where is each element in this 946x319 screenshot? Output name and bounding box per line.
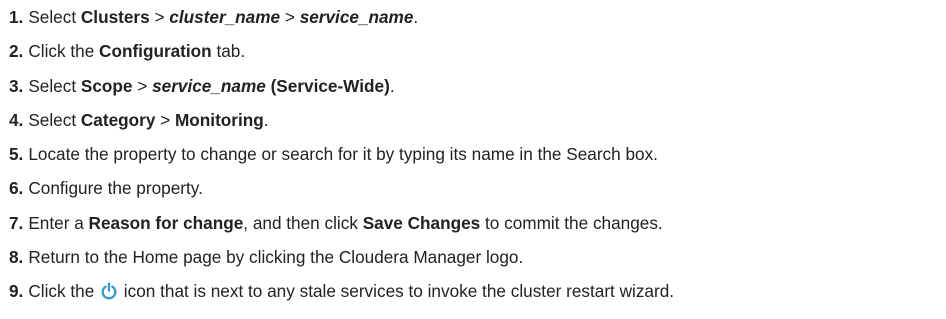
step-number: 7. [9,212,24,233]
step-6: 6. Configure the property. [9,178,946,212]
step-text: Configure the property. [28,178,203,199]
emphasis-text: service_name [152,75,266,96]
step-text: Select [28,75,81,96]
emphasis-text: Monitoring [174,109,264,130]
step-text: Select [28,109,81,130]
emphasis-text: Reason for change [88,212,244,233]
step-8: 8. Return to the Home page by clicking th… [9,247,946,281]
step-text: . [413,7,419,27]
step-text: Enter a [28,212,89,233]
instruction-steps: 1. Select Clusters > cluster_name > servi… [0,0,946,316]
step-text: Select [28,7,81,27]
step-text: Return to the Home page by clicking the … [28,247,524,268]
step-text: tab. [211,41,246,62]
step-text: Click the [28,41,100,62]
step-text: to commit the changes. [480,212,663,233]
step-text: . [389,75,395,96]
step-number: 6. [9,178,24,199]
restart-icon [100,282,118,300]
step-text: . [263,109,269,130]
step-5: 5. Locate the property to change or searc… [9,144,946,178]
step-number: 1. [9,7,24,27]
step-text: Locate the property to change or search … [28,144,658,165]
step-1: 1. Select Clusters > cluster_name > servi… [9,7,946,41]
step-number: 3. [9,75,24,96]
step-number: 9. [9,281,24,302]
emphasis-text: cluster_name [169,7,281,27]
step-text: > [132,75,153,96]
emphasis-text: Configuration [99,41,212,62]
emphasis-text: Save Changes [362,212,481,233]
emphasis-text: Scope [80,75,133,96]
emphasis-text: service_name [299,7,414,27]
step-text: Click the [28,281,100,302]
step-text: > [155,109,175,130]
step-9: 9. Click the icon that is next to any sta… [9,281,946,315]
step-text: , and then click [243,212,363,233]
step-text: > [149,7,170,27]
step-4: 4. Select Category > Monitoring. [9,110,946,144]
step-text: > [280,7,300,27]
step-7: 7. Enter a Reason for change, and then cl… [9,213,946,247]
emphasis-text: (Service-Wide) [265,75,390,96]
emphasis-text: Category [80,109,156,130]
step-number: 5. [9,144,24,165]
step-3: 3. Select Scope > service_name (Service-W… [9,76,946,110]
emphasis-text: Clusters [80,7,150,27]
step-number: 2. [9,41,24,62]
step-number: 8. [9,247,24,268]
step-number: 4. [9,109,24,130]
step-2: 2. Click the Configuration tab. [9,41,946,75]
step-text: icon that is next to any stale services … [119,281,675,302]
